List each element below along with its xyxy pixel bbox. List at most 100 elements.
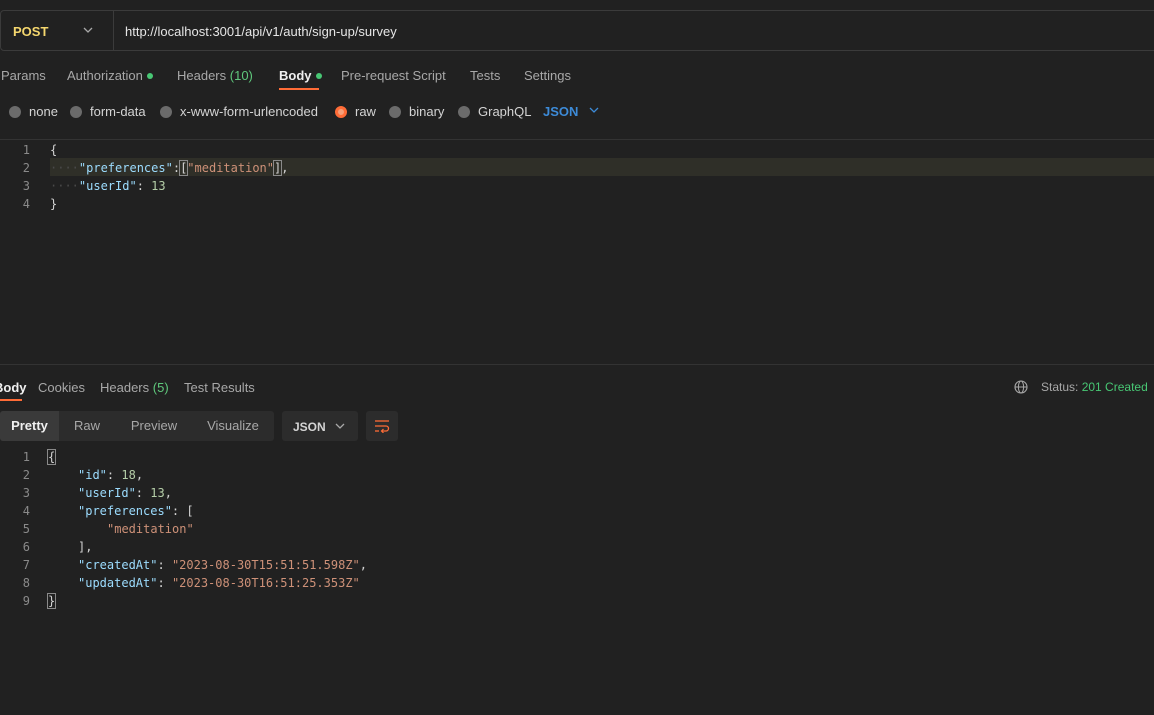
url-input[interactable]: http://localhost:3001/api/v1/auth/sign-u…	[125, 24, 397, 39]
indent-guide: ····	[50, 161, 79, 175]
code-line: }	[50, 197, 57, 211]
response-tab-test-results[interactable]: Test Results	[184, 380, 255, 395]
code-token: [	[186, 504, 194, 518]
code-line: {	[50, 143, 57, 157]
radio-circle-icon	[70, 105, 82, 118]
radio-label: form-data	[90, 104, 146, 119]
radio-binary[interactable]: binary	[389, 104, 444, 119]
code-token: :	[136, 179, 152, 193]
indent-guide: ····	[50, 179, 79, 193]
code-token: {	[46, 449, 57, 465]
line-number: 9	[22, 594, 30, 608]
body-format-label: JSON	[543, 104, 579, 119]
line-number: 4	[22, 504, 30, 518]
code-token: "createdAt"	[78, 558, 158, 572]
code-line: "meditation"	[107, 522, 194, 536]
tab-pre-request-script[interactable]: Pre-request Script	[341, 68, 446, 83]
code-token: }	[46, 593, 57, 609]
tab-settings[interactable]: Settings	[524, 68, 571, 83]
radio-form-data[interactable]: form-data	[70, 104, 146, 119]
status-dot-icon	[146, 72, 153, 79]
tab-headers[interactable]: Headers (10)	[177, 68, 253, 83]
code-token: :	[172, 161, 181, 175]
response-tab-headers-count: (5)	[152, 380, 169, 395]
word-wrap-button[interactable]	[366, 411, 398, 441]
code-token: "meditation"	[187, 161, 274, 175]
response-status: Status: 201 Created	[1041, 380, 1148, 394]
radio-none[interactable]: none	[9, 104, 58, 119]
radio-x-www-form-urlencoded[interactable]: x-www-form-urlencoded	[160, 104, 318, 119]
pane-divider[interactable]	[0, 364, 1154, 365]
response-tab-headers[interactable]: Headers (5)	[100, 380, 169, 395]
tab-headers-label: Headers	[177, 68, 227, 83]
body-format-select[interactable]: JSON	[543, 104, 600, 119]
line-number: 3	[22, 486, 30, 500]
code-line: "id": 18,	[78, 468, 143, 482]
view-preview-button[interactable]: Preview	[120, 411, 188, 441]
code-token: "userId"	[78, 179, 137, 193]
tab-params[interactable]: Params	[1, 68, 46, 83]
chevron-down-icon	[334, 420, 346, 435]
line-number: 4	[22, 197, 30, 211]
code-line: }	[46, 593, 57, 609]
method-label: POST	[13, 24, 49, 39]
code-token: ,	[281, 161, 289, 175]
response-tab-cookies[interactable]: Cookies	[38, 380, 85, 395]
line-number: 7	[22, 558, 30, 572]
method-select[interactable]: POST	[1, 11, 114, 50]
radio-selected-icon	[335, 105, 347, 118]
response-format-label: JSON	[293, 420, 326, 434]
active-tab-underline	[279, 88, 319, 90]
code-token: :	[171, 504, 187, 518]
code-token: :	[135, 486, 151, 500]
code-token: ],	[78, 540, 93, 554]
view-raw-button[interactable]: Raw	[63, 411, 111, 441]
code-token: "preferences"	[78, 161, 173, 175]
tab-authorization[interactable]: Authorization	[67, 68, 153, 83]
status-dot-icon	[315, 72, 322, 79]
code-line: "userId": 13,	[78, 486, 172, 500]
code-line: ····"preferences":["meditation"],	[50, 160, 289, 176]
radio-label: none	[29, 104, 58, 119]
tab-body[interactable]: Body	[279, 68, 322, 83]
radio-raw[interactable]: raw	[335, 104, 376, 119]
code-token: "meditation"	[107, 522, 194, 536]
request-bar: POST http://localhost:3001/api/v1/auth/s…	[0, 10, 1154, 51]
code-line: "createdAt": "2023-08-30T15:51:51.598Z",	[78, 558, 367, 572]
code-token: "userId"	[78, 486, 136, 500]
code-token: ,	[135, 468, 144, 482]
code-line: ····"userId": 13	[50, 179, 166, 193]
response-tab-headers-label: Headers	[100, 380, 150, 395]
radio-circle-icon	[9, 105, 21, 118]
status-value: 201 Created	[1081, 380, 1148, 394]
active-tab-underline	[0, 399, 22, 401]
code-token: 18	[121, 468, 136, 482]
code-token: 13	[150, 486, 165, 500]
radio-label: x-www-form-urlencoded	[180, 104, 318, 119]
view-pretty-button[interactable]: Pretty	[0, 411, 59, 441]
line-number: 1	[22, 143, 30, 157]
line-number: 2	[22, 468, 30, 482]
code-token: "id"	[78, 468, 107, 482]
code-line: ],	[78, 540, 92, 554]
code-token: "preferences"	[78, 504, 172, 518]
response-tab-body[interactable]: Body	[0, 380, 27, 395]
tab-body-label: Body	[279, 68, 312, 83]
code-token: }	[50, 197, 58, 211]
view-visualize-button[interactable]: Visualize	[198, 411, 268, 441]
radio-label: raw	[355, 104, 376, 119]
line-number: 2	[22, 161, 30, 175]
line-number: 8	[22, 576, 30, 590]
tab-tests[interactable]: Tests	[470, 68, 500, 83]
code-token: :	[106, 468, 122, 482]
code-token: :	[157, 576, 172, 590]
tab-headers-count: (10)	[229, 68, 253, 83]
radio-graphql[interactable]: GraphQL	[458, 104, 531, 119]
response-format-select[interactable]: JSON	[282, 411, 358, 441]
globe-icon[interactable]	[1014, 380, 1028, 397]
code-token: ,	[164, 486, 172, 500]
code-token: 13	[151, 179, 166, 193]
divider	[0, 139, 1154, 140]
line-number: 1	[22, 450, 30, 464]
code-token: {	[50, 143, 58, 157]
